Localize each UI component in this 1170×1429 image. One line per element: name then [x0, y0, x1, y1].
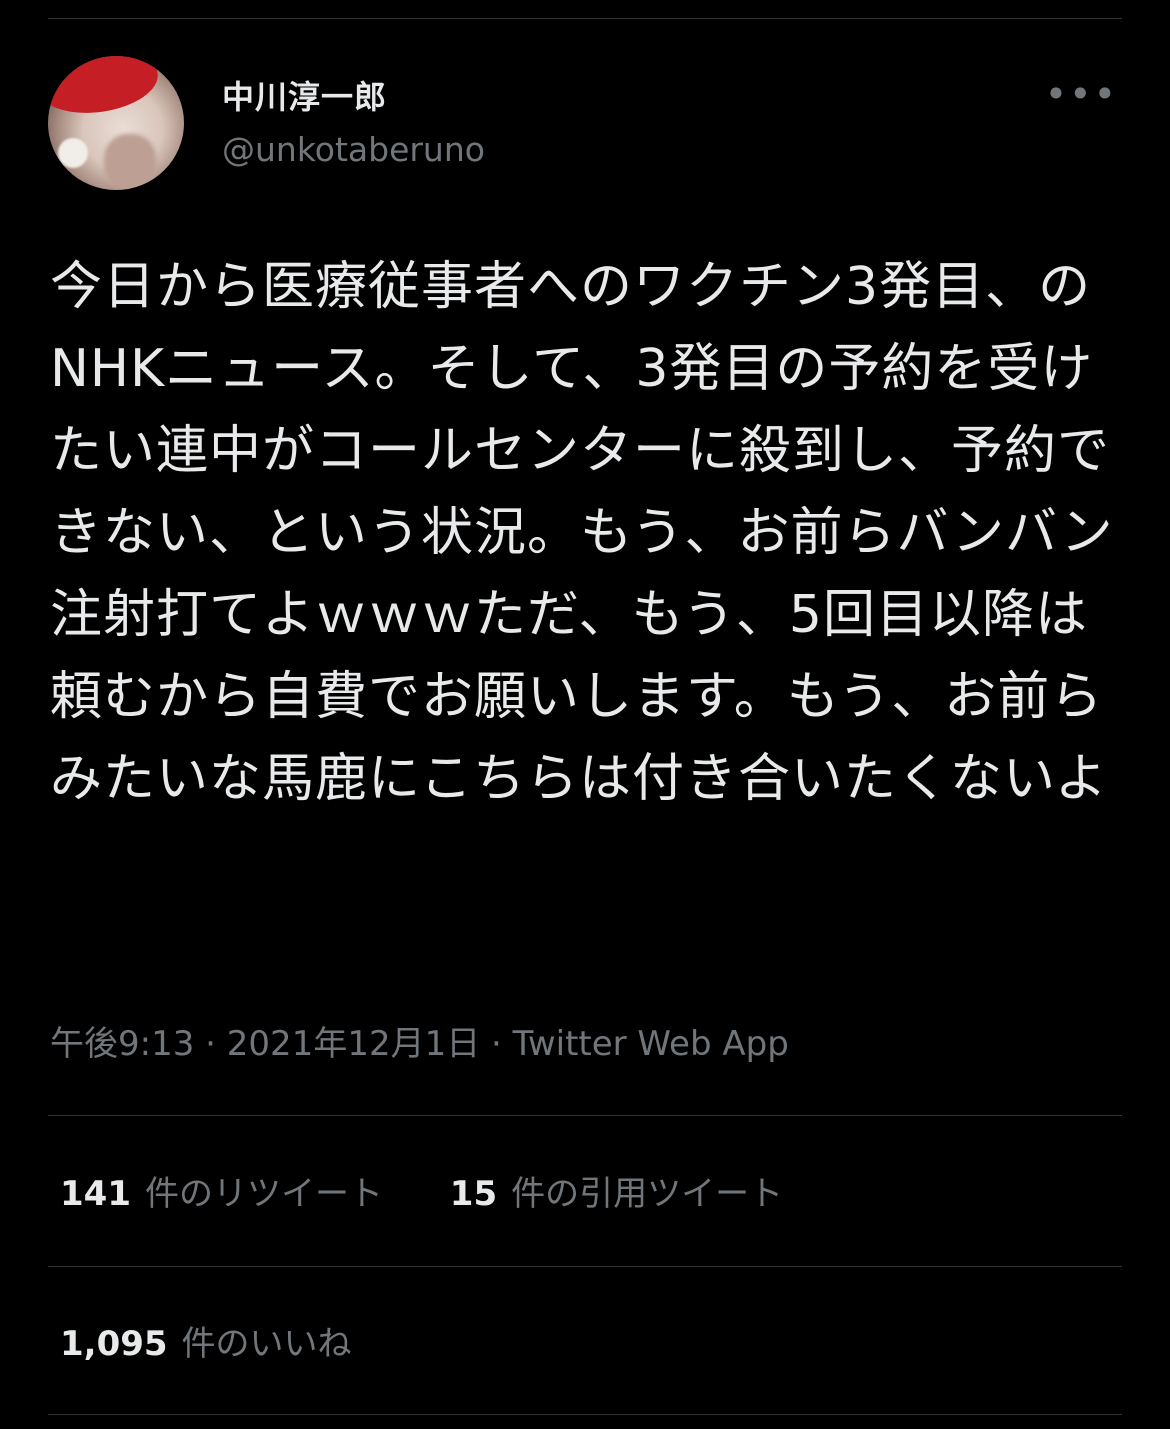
likes-stat[interactable]: 1,095 件のいいね — [60, 1316, 352, 1365]
avatar[interactable] — [48, 56, 184, 190]
tweet-header: 中川淳一郎 @unkotaberuno ••• — [48, 56, 1122, 190]
meta-separator: · — [480, 1024, 513, 1064]
hand-shape — [104, 134, 156, 190]
tweet-source[interactable]: Twitter Web App — [513, 1024, 789, 1064]
divider — [48, 1266, 1122, 1267]
santa-hat-shape — [48, 56, 162, 121]
divider — [48, 1414, 1122, 1415]
hat-pompom-shape — [58, 138, 88, 168]
tweet-time[interactable]: 午後9:13 — [50, 1024, 194, 1064]
retweet-count: 141 — [60, 1174, 131, 1214]
quote-label: 件の引用ツイート — [511, 1174, 784, 1214]
author-display-name[interactable]: 中川淳一郎 — [222, 72, 387, 118]
quotes-stat[interactable]: 15 件の引用ツイート — [450, 1166, 783, 1215]
quote-count: 15 — [449, 1174, 498, 1214]
like-count: 1,095 — [60, 1324, 168, 1364]
tweet-meta: 午後9:13 · 2021年12月1日 · Twitter Web App — [50, 1016, 789, 1065]
author-handle[interactable]: @unkotaberuno — [222, 130, 485, 169]
like-label: 件のいいね — [181, 1324, 352, 1364]
likes-row: 1,095 件のいいね — [60, 1316, 408, 1365]
top-divider — [48, 18, 1122, 19]
meta-separator: · — [194, 1024, 227, 1064]
tweet-date[interactable]: 2021年12月1日 — [227, 1024, 480, 1064]
more-options-icon[interactable]: ••• — [1045, 74, 1118, 114]
tweet-body: 今日から医療従事者へのワクチン3発目、のNHKニュース。そして、3発目の予約を受… — [50, 257, 1114, 809]
retweets-stat[interactable]: 141 件のリツイート — [60, 1166, 383, 1215]
engagement-stats: 141 件のリツイート 15 件の引用ツイート — [60, 1166, 839, 1215]
retweet-label: 件のリツイート — [144, 1174, 383, 1214]
divider — [48, 1115, 1122, 1116]
